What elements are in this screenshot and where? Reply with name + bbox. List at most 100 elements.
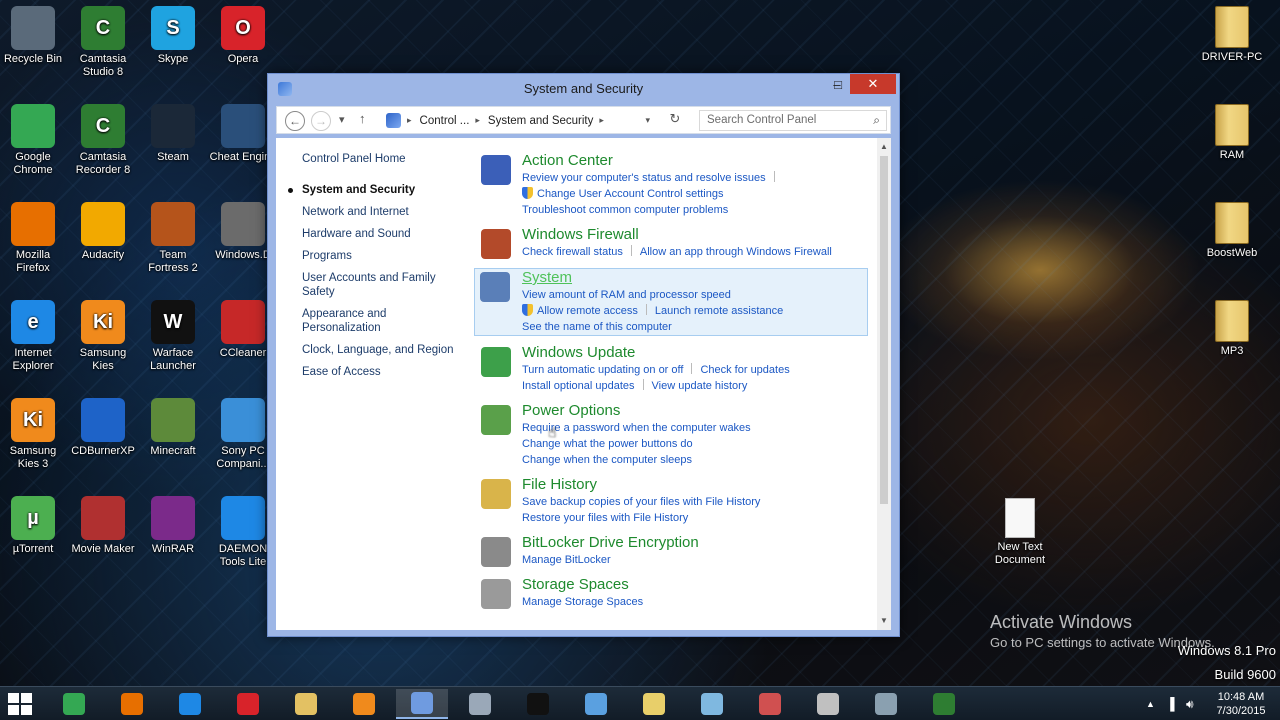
up-arrow-icon[interactable]: ↑ — [359, 111, 366, 126]
network-signal-icon[interactable]: ▐ — [1166, 697, 1175, 711]
close-button[interactable]: ✕ — [850, 74, 896, 94]
link-check-firewall-status[interactable]: Check firewall status — [522, 244, 623, 260]
category-title-storage-spaces[interactable]: Storage Spaces — [522, 576, 868, 594]
category-title-windows-update[interactable]: Windows Update — [522, 344, 868, 362]
desktop-icon-minecraft[interactable]: Minecraft — [138, 398, 208, 458]
desktop-folder-mp3[interactable]: MP3 — [1197, 300, 1267, 358]
desktop-icon-team-fortress-2[interactable]: Team Fortress 2 — [138, 202, 208, 275]
nav-system-and-security[interactable]: System and Security — [288, 183, 462, 197]
link-save-backup-copies-of-your-files-with-file-history[interactable]: Save backup copies of your files with Fi… — [522, 494, 760, 510]
link-allow-an-app-through-windows-firewall[interactable]: Allow an app through Windows Firewall — [640, 244, 832, 260]
taskbar-notepad[interactable] — [686, 689, 738, 719]
search-input[interactable]: Search Control Panel ⌕ — [699, 110, 887, 131]
category-title-action-center[interactable]: Action Center — [522, 152, 868, 170]
refresh-icon[interactable]: ↻ — [665, 111, 685, 131]
desktop-icon-opera[interactable]: O Opera — [208, 6, 278, 66]
category-title-windows-firewall[interactable]: Windows Firewall — [522, 226, 868, 244]
power-options-icon[interactable] — [481, 405, 511, 435]
scroll-thumb[interactable] — [880, 156, 888, 504]
desktop-icon-audacity[interactable]: Audacity — [68, 202, 138, 262]
desktop-icon-warface-launcher[interactable]: W Warface Launcher — [138, 300, 208, 373]
windows-update-icon[interactable] — [481, 347, 511, 377]
nav-clock-language-and-region[interactable]: Clock, Language, and Region — [302, 343, 462, 357]
file-history-icon[interactable] — [481, 479, 511, 509]
taskbar-camtasia[interactable] — [918, 689, 970, 719]
link-manage-storage-spaces[interactable]: Manage Storage Spaces — [522, 594, 643, 610]
search-icon[interactable]: ⌕ — [873, 113, 880, 128]
show-hidden-icons-icon[interactable]: ▲ — [1146, 699, 1155, 709]
windows-firewall-icon[interactable] — [481, 229, 511, 259]
link-see-the-name-of-this-computer[interactable]: See the name of this computer — [522, 319, 672, 335]
desktop-icon-internet-explorer[interactable]: e Internet Explorer — [0, 300, 68, 373]
taskbar-network[interactable] — [454, 689, 506, 719]
nav-hardware-and-sound[interactable]: Hardware and Sound — [302, 227, 462, 241]
nav-programs[interactable]: Programs — [302, 249, 462, 263]
taskbar-chrome[interactable] — [48, 689, 100, 719]
address-dropdown-icon[interactable]: ▾ — [645, 115, 650, 126]
breadcrumb-control-panel[interactable]: Control ... — [420, 115, 470, 127]
breadcrumb-system-and-security[interactable]: System and Security — [488, 115, 593, 127]
back-button[interactable]: ← — [285, 111, 305, 131]
desktop-icon-cdburnerxp[interactable]: CDBurnerXP — [68, 398, 138, 458]
bitlocker-drive-encryption-icon[interactable] — [481, 537, 511, 567]
category-title-file-history[interactable]: File History — [522, 476, 868, 494]
breadcrumb-separator-icon[interactable]: ▸ — [599, 115, 604, 126]
action-center-icon[interactable] — [481, 155, 511, 185]
link-turn-automatic-updating-on-or-off[interactable]: Turn automatic updating on or off — [522, 362, 683, 378]
link-change-when-the-computer-sleeps[interactable]: Change when the computer sleeps — [522, 452, 692, 468]
taskbar-command-prompt[interactable] — [512, 689, 564, 719]
taskbar-calculator[interactable] — [860, 689, 912, 719]
link-view-amount-of-ram-and-processor-speed[interactable]: View amount of RAM and processor speed — [522, 287, 731, 303]
clock[interactable]: 10:48 AM 7/30/2015 — [1210, 690, 1272, 718]
taskbar-opera[interactable] — [222, 689, 274, 719]
category-title-power-options[interactable]: Power Options — [522, 402, 868, 420]
nav-user-accounts-and-family-safety[interactable]: User Accounts and Family Safety — [302, 271, 462, 299]
link-manage-bitlocker[interactable]: Manage BitLocker — [522, 552, 611, 568]
storage-spaces-icon[interactable] — [481, 579, 511, 609]
title-bar[interactable]: System and Security – □ ✕ — [268, 74, 899, 102]
taskbar-firefox[interactable] — [106, 689, 158, 719]
taskbar-media-player[interactable] — [338, 689, 390, 719]
desktop-icon-steam[interactable]: Steam — [138, 104, 208, 164]
category-title-bitlocker-drive-encryption[interactable]: BitLocker Drive Encryption — [522, 534, 868, 552]
desktop-icon-winrar[interactable]: WinRAR — [138, 496, 208, 556]
desktop-icon-camtasia-recorder-8[interactable]: C Camtasia Recorder 8 — [68, 104, 138, 177]
desktop-icon-google-chrome[interactable]: Google Chrome — [0, 104, 68, 177]
breadcrumb-separator-icon[interactable]: ▸ — [407, 115, 412, 126]
desktop-icon-samsung-kies[interactable]: Ki Samsung Kies — [68, 300, 138, 373]
link-troubleshoot-common-computer-problems[interactable]: Troubleshoot common computer problems — [522, 202, 728, 218]
link-launch-remote-assistance[interactable]: Launch remote assistance — [655, 303, 783, 319]
desktop-icon-skype[interactable]: S Skype — [138, 6, 208, 66]
scroll-up-icon[interactable]: ▲ — [877, 140, 891, 154]
desktop-icon-recycle-bin[interactable]: Recycle Bin — [0, 6, 68, 66]
vertical-scrollbar[interactable]: ▲ ▼ — [877, 138, 891, 630]
desktop-icon-torrent[interactable]: µ µTorrent — [0, 496, 68, 556]
taskbar-window-app[interactable] — [570, 689, 622, 719]
link-change-user-account-control-settings[interactable]: Change User Account Control settings — [522, 186, 724, 202]
link-review-your-computer-s-status-and-resolve-issues[interactable]: Review your computer's status and resolv… — [522, 170, 766, 186]
breadcrumb-separator-icon[interactable]: ▸ — [475, 115, 480, 126]
link-view-update-history[interactable]: View update history — [652, 378, 748, 394]
taskbar-folder[interactable] — [628, 689, 680, 719]
forward-button[interactable]: → — [311, 111, 331, 131]
nav-control-panel-home[interactable]: Control Panel Home — [302, 152, 462, 166]
desktop-folder-ram[interactable]: RAM — [1197, 104, 1267, 162]
taskbar-file-explorer[interactable] — [280, 689, 332, 719]
volume-icon[interactable]: 🔊︎ — [1186, 697, 1194, 712]
desktop-icon-movie-maker[interactable]: Movie Maker — [68, 496, 138, 556]
desktop-folder-boostweb[interactable]: BoostWeb — [1197, 202, 1267, 260]
maximize-button[interactable]: □ — [828, 74, 848, 94]
desktop-icon-new-text-document[interactable]: New Text Document — [985, 498, 1055, 567]
desktop-icon-camtasia-studio-8[interactable]: C Camtasia Studio 8 — [68, 6, 138, 79]
link-install-optional-updates[interactable]: Install optional updates — [522, 378, 635, 394]
nav-network-and-internet[interactable]: Network and Internet — [302, 205, 462, 219]
nav-appearance-and-personalization[interactable]: Appearance and Personalization — [302, 307, 462, 335]
nav-ease-of-access[interactable]: Ease of Access — [302, 365, 462, 379]
breadcrumb[interactable]: ▸ Control ... ▸ System and Security ▸ ▾ — [377, 110, 657, 131]
link-check-for-updates[interactable]: Check for updates — [700, 362, 789, 378]
taskbar-tool[interactable] — [802, 689, 854, 719]
recent-locations-chevron-icon[interactable]: ▾ — [339, 113, 345, 126]
scroll-down-icon[interactable]: ▼ — [877, 614, 891, 628]
link-restore-your-files-with-file-history[interactable]: Restore your files with File History — [522, 510, 688, 526]
category-title-system[interactable]: System — [522, 269, 867, 287]
